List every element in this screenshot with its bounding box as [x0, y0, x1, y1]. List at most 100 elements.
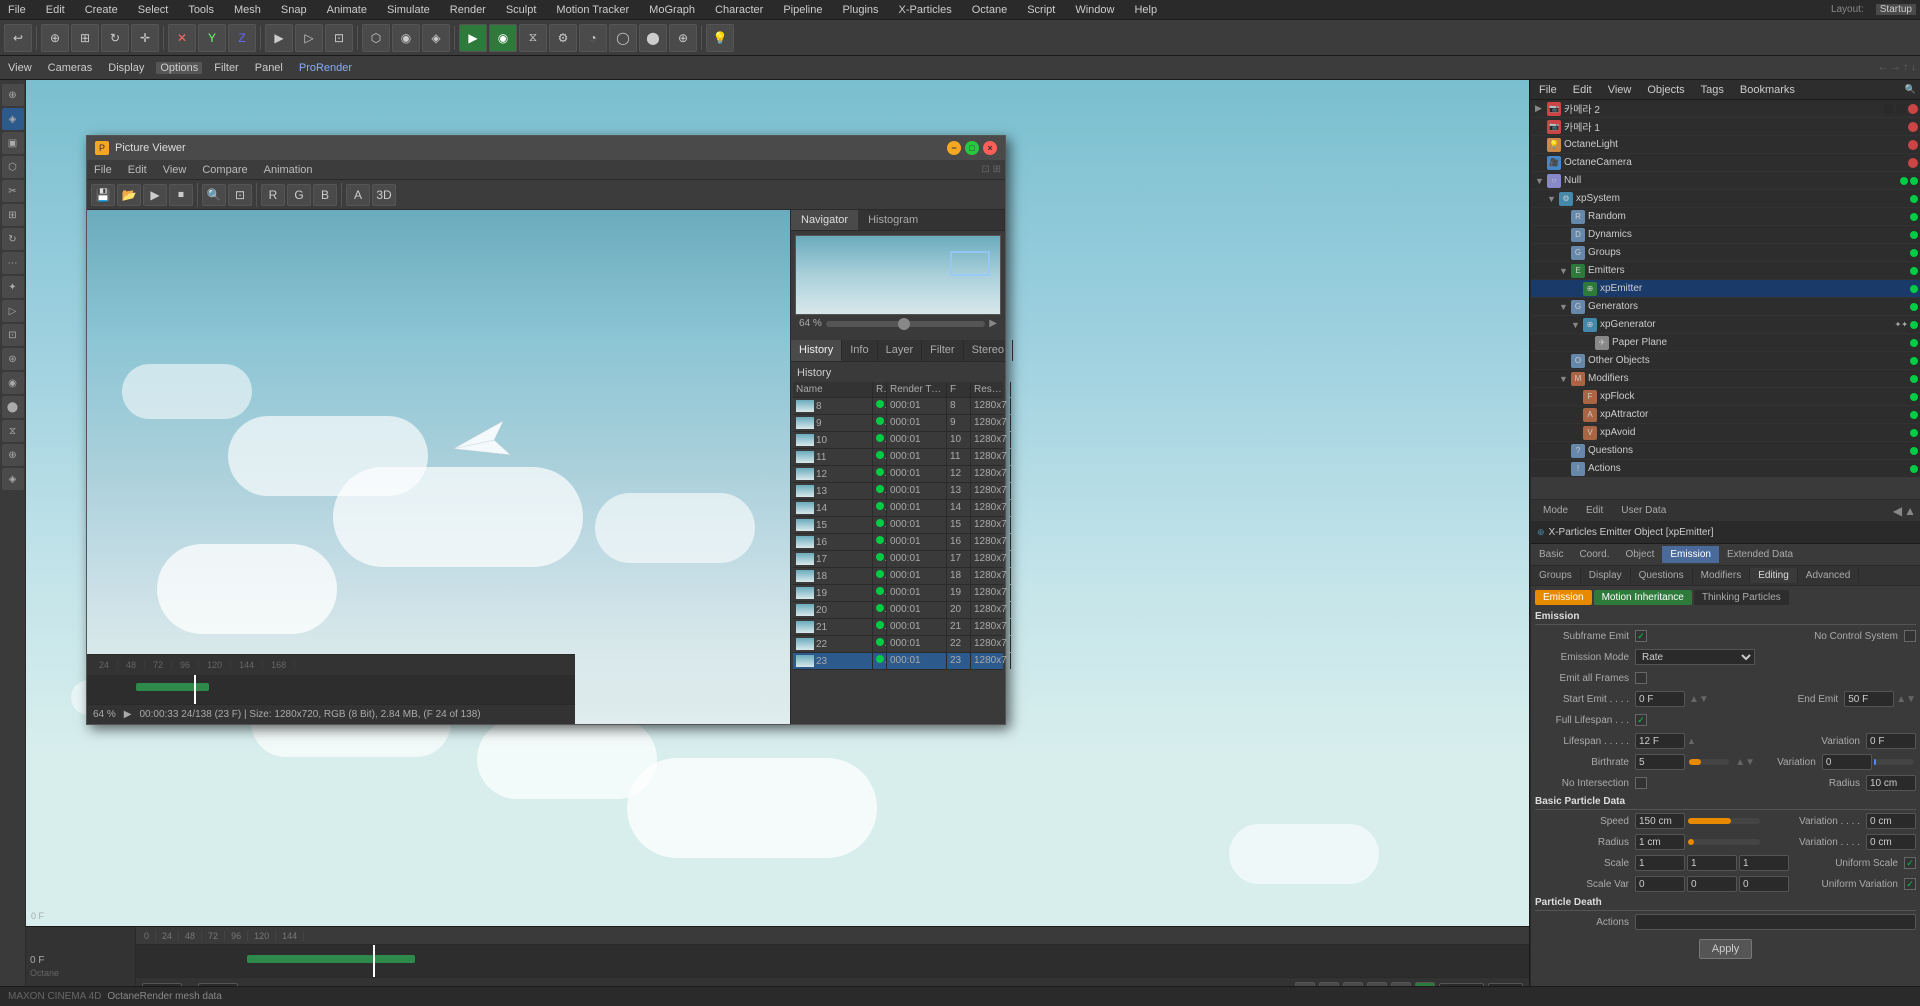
objects-icon[interactable]: ⬡	[362, 24, 390, 52]
panel-menu[interactable]: Panel	[251, 62, 287, 74]
history-row-18[interactable]: 18 000:01 18 1280x7	[793, 568, 1003, 585]
pv-tb-3d[interactable]: 3D	[372, 184, 396, 206]
menu-sculpt[interactable]: Sculpt	[502, 4, 541, 16]
material-icon[interactable]: ◉	[392, 24, 420, 52]
history-row-21[interactable]: 21 000:01 21 1280x7	[793, 619, 1003, 636]
object-tool-z[interactable]: Z	[228, 24, 256, 52]
birthrate-slider[interactable]	[1689, 759, 1729, 765]
render-region[interactable]: ▷	[295, 24, 323, 52]
tree-item-camera1[interactable]: 📷 카메라 1	[1531, 118, 1920, 136]
tree-item-generators[interactable]: ▼ G Generators	[1531, 298, 1920, 316]
em-tab-emission[interactable]: Emission	[1535, 590, 1592, 605]
rotate-tool[interactable]: ↻	[101, 24, 129, 52]
prorender-menu[interactable]: ProRender	[295, 62, 356, 74]
tree-item-dynamics[interactable]: D Dynamics	[1531, 226, 1920, 244]
pv-tb-stop[interactable]: ⏹	[169, 184, 193, 206]
object-tool-x[interactable]: ✕	[168, 24, 196, 52]
transform-tool[interactable]: ✛	[131, 24, 159, 52]
pv-titlebar[interactable]: P Picture Viewer − □ ×	[87, 136, 1005, 160]
pv-tb-channels3[interactable]: B	[313, 184, 337, 206]
tree-item-xpgenerator[interactable]: ▼ ⊕ xpGenerator ✦✦	[1531, 316, 1920, 334]
pv-tab-stereo[interactable]: Stereo	[964, 340, 1013, 361]
timeline-content[interactable]	[136, 945, 1529, 977]
sidebar-icon-3[interactable]: ▣	[2, 132, 24, 154]
end-emit-value[interactable]: 50 F	[1844, 691, 1894, 707]
menu-xparticles[interactable]: X-Particles	[895, 4, 956, 16]
sidebar-icon-2[interactable]: ◈	[2, 108, 24, 130]
menu-render[interactable]: Render	[446, 4, 490, 16]
lifespan-value[interactable]: 12 F	[1635, 733, 1685, 749]
menu-mesh[interactable]: Mesh	[230, 4, 265, 16]
sidebar-icon-9[interactable]: ✦	[2, 276, 24, 298]
xp-btn6[interactable]: ◯	[609, 24, 637, 52]
lifespan-variation-value[interactable]: 0 F	[1866, 733, 1916, 749]
pv-tb-render[interactable]: ▶	[143, 184, 167, 206]
menu-simulate[interactable]: Simulate	[383, 4, 434, 16]
undo-button[interactable]: ↩	[4, 24, 32, 52]
sidebar-icon-14[interactable]: ⬤	[2, 396, 24, 418]
scene-bookmarks-menu[interactable]: Bookmarks	[1736, 84, 1799, 96]
pv-zoom-slider[interactable]	[826, 321, 986, 327]
menu-edit[interactable]: Edit	[42, 4, 69, 16]
history-row-16[interactable]: 16 000:01 16 1280x7	[793, 534, 1003, 551]
speed-slider[interactable]	[1688, 818, 1760, 824]
scene-edit-menu[interactable]: Edit	[1569, 84, 1596, 96]
speed-value[interactable]: 150 cm	[1635, 813, 1685, 829]
sidebar-icon-16[interactable]: ⊕	[2, 444, 24, 466]
emission-mode-dropdown[interactable]: RateAllShot	[1635, 649, 1755, 665]
scale-var-y[interactable]: 0	[1687, 876, 1737, 892]
pv-tb-channels[interactable]: R	[261, 184, 285, 206]
menu-file[interactable]: File	[4, 4, 30, 16]
xp-btn4[interactable]: ⚙	[549, 24, 577, 52]
sidebar-icon-1[interactable]: ⊕	[2, 84, 24, 106]
menu-help[interactable]: Help	[1130, 4, 1161, 16]
pv-timeline-frames[interactable]	[87, 675, 575, 705]
tree-item-otherobjects[interactable]: O Other Objects	[1531, 352, 1920, 370]
speed-variation-value[interactable]: 0 cm	[1866, 813, 1916, 829]
em-tab-thinking-particles[interactable]: Thinking Particles	[1694, 590, 1789, 605]
tree-item-modifiers[interactable]: ▼ M Modifiers	[1531, 370, 1920, 388]
tree-item-groups[interactable]: G Groups	[1531, 244, 1920, 262]
tree-item-emitters[interactable]: ▼ E Emitters	[1531, 262, 1920, 280]
props-sub-display[interactable]: Display	[1581, 568, 1631, 583]
pv-zoom-arrow[interactable]: ▶	[989, 318, 997, 329]
props-tab-extended[interactable]: Extended Data	[1719, 546, 1801, 563]
menu-script[interactable]: Script	[1023, 4, 1059, 16]
pv-menu-edit[interactable]: Edit	[125, 164, 150, 176]
sidebar-icon-4[interactable]: ⬡	[2, 156, 24, 178]
history-row-9[interactable]: 9 000:01 9 1280x7	[793, 415, 1003, 432]
tree-item-paperplane[interactable]: ✈ Paper Plane	[1531, 334, 1920, 352]
history-row-17[interactable]: 17 000:01 17 1280x7	[793, 551, 1003, 568]
history-row-14[interactable]: 14 000:01 14 1280x7	[793, 500, 1003, 517]
scene-view-menu[interactable]: View	[1604, 84, 1636, 96]
pv-tab-history[interactable]: History	[791, 340, 842, 361]
history-row-19[interactable]: 19 000:01 19 1280x7	[793, 585, 1003, 602]
tree-item-octanelight[interactable]: 💡 OctaneLight	[1531, 136, 1920, 154]
pv-tab-navigator[interactable]: Navigator	[791, 210, 858, 230]
tree-item-xpemitter[interactable]: ⊕ xpEmitter	[1531, 280, 1920, 298]
xp-btn7[interactable]: ⬤	[639, 24, 667, 52]
shader-icon[interactable]: ◈	[422, 24, 450, 52]
menu-motion-tracker[interactable]: Motion Tracker	[552, 4, 633, 16]
history-row-22[interactable]: 22 000:01 22 1280x7	[793, 636, 1003, 653]
move-tool[interactable]: ⊕	[41, 24, 69, 52]
emit-all-frames-checkbox[interactable]	[1635, 672, 1647, 684]
props-sub-advanced[interactable]: Advanced	[1798, 568, 1859, 583]
props-sub-editing[interactable]: Editing	[1750, 568, 1798, 583]
no-control-system-checkbox[interactable]	[1904, 630, 1916, 642]
tree-item-actions[interactable]: ! Actions	[1531, 460, 1920, 477]
history-row-11[interactable]: 11 000:01 11 1280x7	[793, 449, 1003, 466]
pv-menu-file[interactable]: File	[91, 164, 115, 176]
full-lifespan-checkbox[interactable]	[1635, 714, 1647, 726]
radius-variation-value[interactable]: 0 cm	[1866, 834, 1916, 850]
view-menu[interactable]: View	[4, 62, 36, 74]
sidebar-icon-10[interactable]: ▷	[2, 300, 24, 322]
sidebar-icon-6[interactable]: ⊞	[2, 204, 24, 226]
cameras-menu[interactable]: Cameras	[44, 62, 97, 74]
uniform-variation-checkbox[interactable]	[1904, 878, 1916, 890]
object-tool-y[interactable]: Y	[198, 24, 226, 52]
props-sub-modifiers[interactable]: Modifiers	[1693, 568, 1751, 583]
uniform-scale-checkbox[interactable]	[1904, 857, 1916, 869]
props-arrow-left[interactable]: ◀	[1893, 504, 1902, 518]
pv-tb-frame[interactable]: ⊡	[228, 184, 252, 206]
